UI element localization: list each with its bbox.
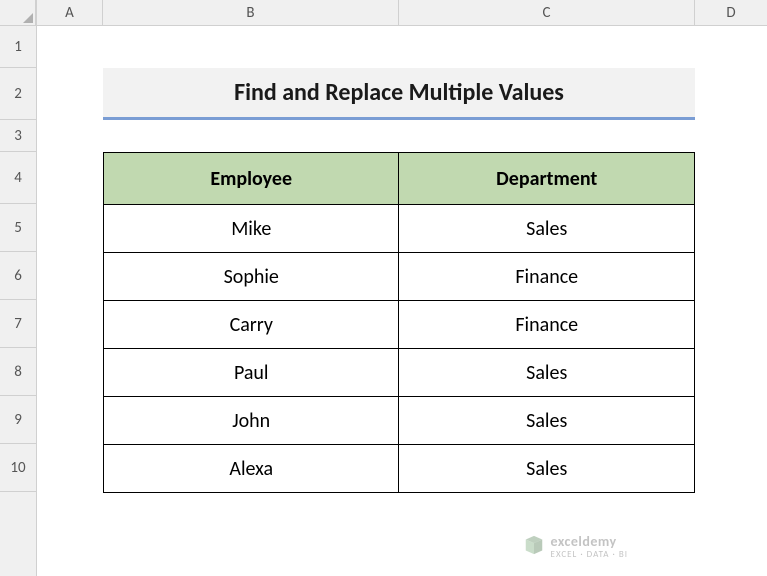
row-header-9[interactable]: 9 <box>0 396 36 444</box>
row-header-6[interactable]: 6 <box>0 252 36 300</box>
grid-area[interactable]: Find and Replace Multiple Values Employe… <box>37 26 767 576</box>
cell-department[interactable]: Sales <box>399 445 695 493</box>
header-employee[interactable]: Employee <box>104 153 399 205</box>
cell-department[interactable]: Sales <box>399 205 695 253</box>
cell-employee[interactable]: Sophie <box>104 253 399 301</box>
row-headers: 1 2 3 4 5 6 7 8 9 10 <box>0 0 37 576</box>
row-header-7[interactable]: 7 <box>0 300 36 348</box>
table-row: Alexa Sales <box>104 445 695 493</box>
cell-employee[interactable]: John <box>104 397 399 445</box>
watermark-text: exceldemy EXCEL · DATA · BI <box>551 534 628 559</box>
watermark: exceldemy EXCEL · DATA · BI <box>523 534 628 560</box>
col-header-B[interactable]: B <box>103 0 399 25</box>
row-header-8[interactable]: 8 <box>0 348 36 396</box>
cell-department[interactable]: Finance <box>399 301 695 349</box>
watermark-main: exceldemy <box>551 534 628 549</box>
watermark-logo-icon <box>523 534 545 560</box>
col-header-A[interactable]: A <box>37 0 103 25</box>
cell-department[interactable]: Finance <box>399 253 695 301</box>
table-row: Sophie Finance <box>104 253 695 301</box>
row-header-1[interactable]: 1 <box>0 26 36 68</box>
table-header-row: Employee Department <box>104 153 695 205</box>
table-row: Mike Sales <box>104 205 695 253</box>
column-headers: A B C D <box>37 0 767 26</box>
col-header-C[interactable]: C <box>399 0 695 25</box>
table-row: Carry Finance <box>104 301 695 349</box>
row-header-2[interactable]: 2 <box>0 68 36 120</box>
row-header-4[interactable]: 4 <box>0 152 36 204</box>
row-header-3[interactable]: 3 <box>0 120 36 152</box>
cell-employee[interactable]: Carry <box>104 301 399 349</box>
col-header-D[interactable]: D <box>695 0 767 25</box>
watermark-sub: EXCEL · DATA · BI <box>551 550 628 560</box>
data-table: Employee Department Mike Sales Sophie Fi… <box>103 152 695 493</box>
sheet-title[interactable]: Find and Replace Multiple Values <box>103 68 695 120</box>
table-row: Paul Sales <box>104 349 695 397</box>
cell-employee[interactable]: Alexa <box>104 445 399 493</box>
spreadsheet: 1 2 3 4 5 6 7 8 9 10 A B C D Find and Re… <box>0 0 767 576</box>
select-all-corner[interactable] <box>0 0 36 26</box>
cell-department[interactable]: Sales <box>399 397 695 445</box>
row-header-5[interactable]: 5 <box>0 204 36 252</box>
table-row: John Sales <box>104 397 695 445</box>
row-header-10[interactable]: 10 <box>0 444 36 492</box>
header-department[interactable]: Department <box>399 153 695 205</box>
cell-employee[interactable]: Paul <box>104 349 399 397</box>
cell-department[interactable]: Sales <box>399 349 695 397</box>
cell-employee[interactable]: Mike <box>104 205 399 253</box>
main-area: A B C D Find and Replace Multiple Values… <box>37 0 767 576</box>
